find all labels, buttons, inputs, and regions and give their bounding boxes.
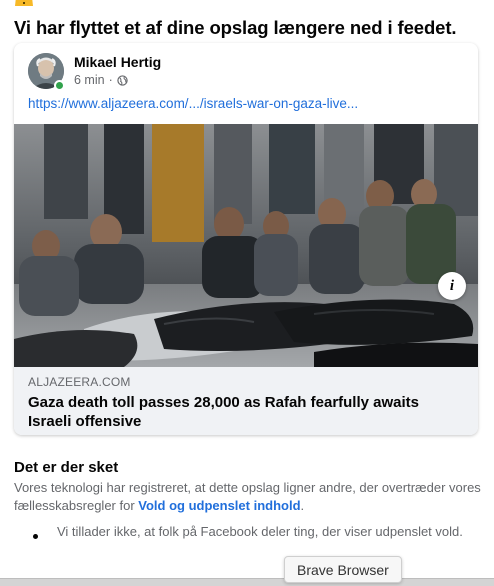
link-preview-image[interactable]	[14, 124, 478, 367]
online-status-dot	[54, 80, 65, 91]
post-card: Mikael Hertig 6 min · https://www.aljaze…	[14, 43, 478, 435]
policy-bullet: Vi tillader ikke, at folk på Facebook de…	[57, 524, 463, 539]
policy-link[interactable]: Vold og udpenslet indhold	[138, 498, 300, 513]
link-preview-footer[interactable]: ALJAZEERA.COM Gaza death toll passes 28,…	[14, 367, 478, 435]
post-time[interactable]: 6 min	[74, 73, 105, 87]
link-title[interactable]: Gaza death toll passes 28,000 as Rafah f…	[28, 393, 464, 431]
what-happened-title: Det er der sket	[14, 459, 119, 476]
post-link[interactable]: https://www.aljazeera.com/.../israels-wa…	[28, 96, 358, 111]
meta-separator: ·	[108, 73, 113, 87]
taskbar-strip	[0, 578, 494, 586]
globe-icon[interactable]	[117, 74, 128, 86]
author-name[interactable]: Mikael Hertig	[74, 54, 161, 70]
warning-icon	[15, 0, 33, 6]
moved-post-heading: Vi har flyttet et af dine opslag længere…	[14, 17, 457, 38]
browser-tooltip: Brave Browser	[284, 556, 402, 583]
bullet-icon	[33, 534, 38, 539]
news-photo	[14, 124, 478, 367]
what-happened-text: Vores teknologi har registreret, at dett…	[14, 479, 484, 515]
link-domain: ALJAZEERA.COM	[28, 375, 131, 389]
info-icon[interactable]: i	[438, 272, 466, 300]
post-meta: 6 min ·	[74, 73, 128, 87]
explanation-period: .	[300, 498, 305, 513]
